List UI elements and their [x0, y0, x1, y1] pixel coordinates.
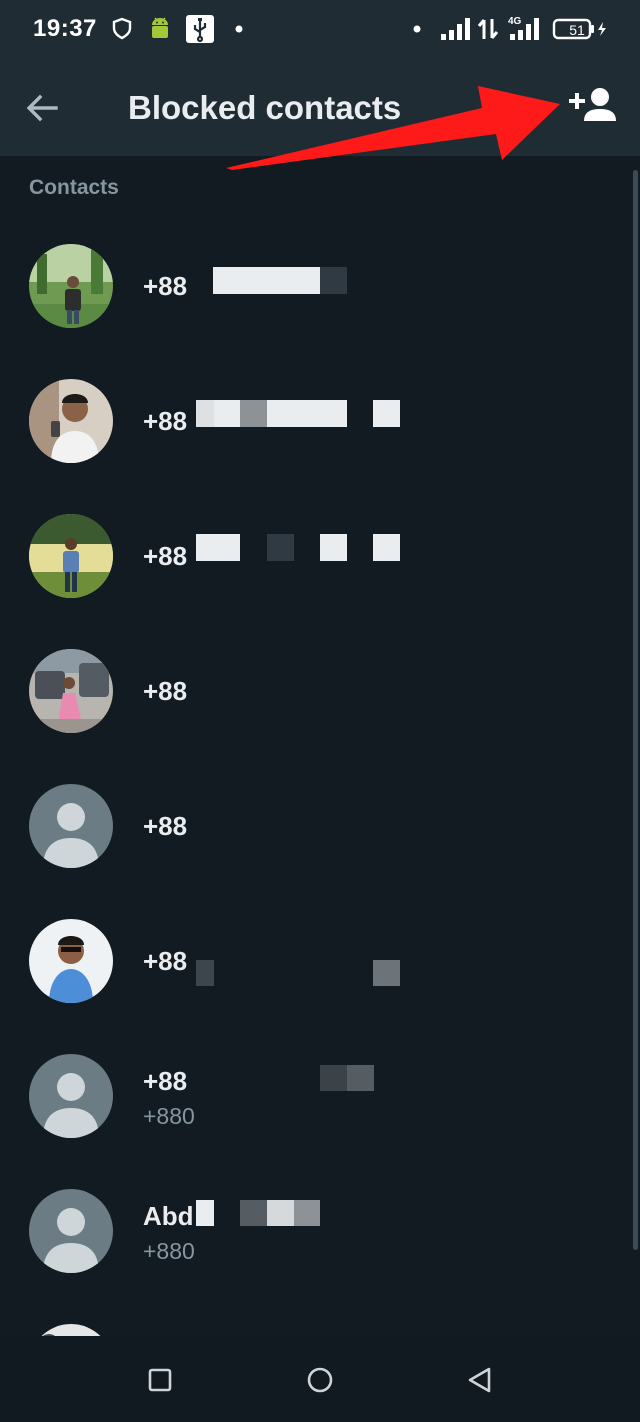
status-time: 19:37: [33, 15, 97, 42]
android-icon: [152, 17, 168, 38]
contact-photo: [29, 1324, 113, 1336]
redaction-block: [373, 400, 400, 427]
data-arrows-icon: [477, 19, 499, 39]
redaction-block: [196, 534, 240, 561]
dot-icon: [235, 25, 243, 33]
home-button[interactable]: [302, 1362, 338, 1398]
contact-photo: [29, 514, 113, 598]
avatar: [29, 919, 113, 1003]
svg-text:4G: 4G: [508, 16, 522, 27]
nav-back-button[interactable]: [462, 1362, 498, 1398]
add-person-icon: [569, 88, 616, 121]
redaction-block: [196, 1200, 214, 1226]
contact-name: +88: [143, 946, 188, 976]
redaction-block: [320, 267, 347, 294]
list-item[interactable]: +88: [0, 353, 632, 488]
redaction-block: [213, 267, 320, 294]
redaction-block: [196, 1235, 226, 1265]
default-avatar-icon: [29, 784, 113, 868]
redaction-block: [320, 1065, 347, 1091]
dot-icon: [413, 25, 421, 33]
redaction-block: [294, 1200, 320, 1226]
contact-list: +88 +88 +88 +88 +88 +88 +88 +880 Abd +88…: [0, 218, 640, 1336]
contact-name: Abd: [143, 1201, 194, 1231]
back-triangle-icon: [468, 1367, 491, 1393]
scrollbar[interactable]: [633, 170, 638, 1250]
avatar: [29, 1324, 113, 1336]
status-bar: 19:37 4G 51: [0, 0, 640, 58]
contact-name: +88: [143, 271, 188, 301]
section-header: Contacts: [29, 176, 119, 199]
avatar: [29, 244, 113, 328]
contact-photo: [29, 379, 113, 463]
list-item[interactable]: [0, 1298, 632, 1336]
redaction-block: [214, 400, 240, 427]
default-avatar-icon: [29, 1189, 113, 1273]
redaction-block: [373, 534, 400, 561]
list-item[interactable]: +88: [0, 758, 632, 893]
shield-icon: [112, 17, 132, 40]
redaction-block: [240, 400, 267, 427]
back-button[interactable]: [20, 86, 64, 130]
redaction-block: [196, 400, 214, 427]
contact-photo: [29, 649, 113, 733]
redaction-block: [267, 1200, 294, 1226]
list-item[interactable]: Abd +880: [0, 1163, 632, 1298]
redaction-block: [267, 534, 294, 561]
redaction-block: [196, 960, 214, 986]
contact-name: +88: [143, 541, 188, 571]
contact-phone: +880: [143, 1238, 195, 1264]
redaction-block: [240, 1200, 267, 1226]
redaction-block: [373, 960, 400, 986]
usb-icon: [186, 15, 214, 43]
contact-photo: [29, 244, 113, 328]
battery-level: 51: [569, 22, 585, 38]
redaction-block: [196, 1100, 226, 1130]
recents-square-icon: [148, 1368, 172, 1392]
contact-name: +88: [143, 811, 188, 841]
add-blocked-contact-button[interactable]: [568, 83, 622, 131]
avatar: [29, 1054, 113, 1138]
signal-icon: [441, 18, 470, 40]
contact-name: +88: [143, 676, 188, 706]
app-bar: Blocked contacts: [0, 58, 640, 156]
redaction-block: [196, 1062, 226, 1092]
redaction-block: [196, 670, 226, 700]
list-item[interactable]: +88: [0, 623, 632, 758]
contact-photo: [29, 919, 113, 1003]
redaction-block: [320, 534, 347, 561]
contact-name: +88: [143, 1066, 188, 1096]
avatar: [29, 784, 113, 868]
list-item[interactable]: +88: [0, 218, 632, 353]
recents-button[interactable]: [142, 1362, 178, 1398]
charging-icon: [598, 22, 606, 36]
redaction-block: [347, 1065, 374, 1091]
avatar: [29, 379, 113, 463]
avatar: [29, 649, 113, 733]
contact-phone: +880: [143, 1103, 195, 1129]
signal-4g-icon: 4G: [508, 16, 539, 40]
back-arrow-icon: [26, 94, 58, 122]
list-item[interactable]: +88 +880: [0, 1028, 632, 1163]
home-circle-icon: [307, 1367, 333, 1393]
redaction-block: [196, 805, 226, 835]
default-avatar-icon: [29, 1054, 113, 1138]
redaction-block: [267, 400, 347, 427]
list-item[interactable]: +88: [0, 893, 632, 1028]
avatar: [29, 514, 113, 598]
page-title: Blocked contacts: [128, 89, 402, 126]
system-nav-bar: [0, 1336, 640, 1422]
contact-name: +88: [143, 406, 188, 436]
list-item[interactable]: +88: [0, 488, 632, 623]
avatar: [29, 1189, 113, 1273]
